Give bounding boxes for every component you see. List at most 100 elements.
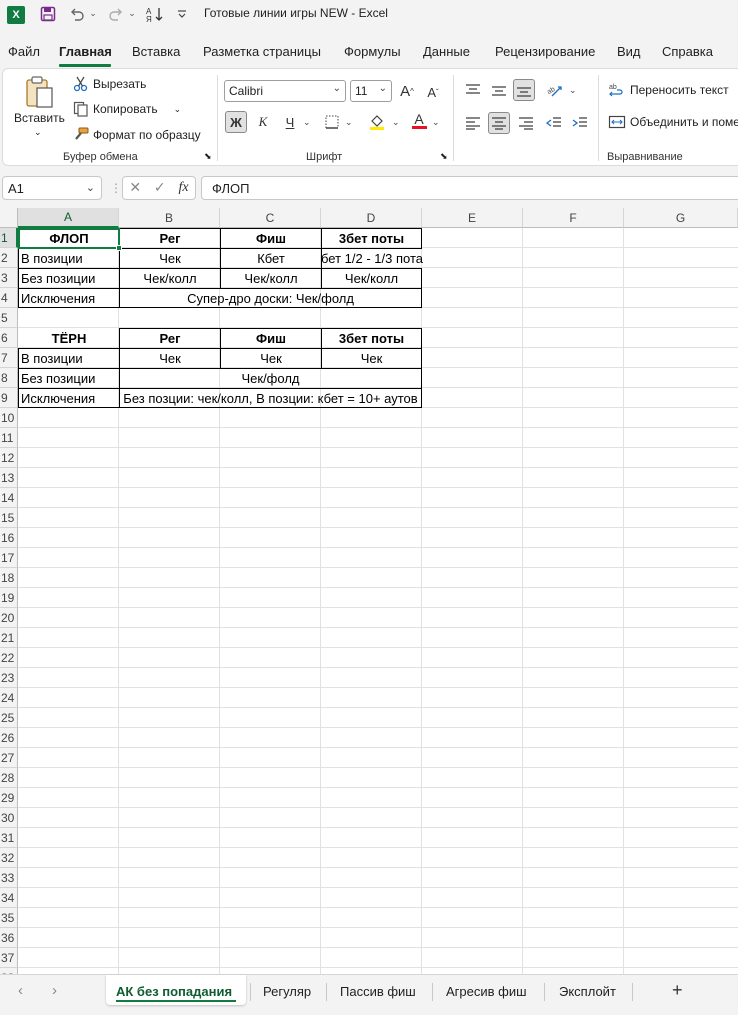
formula-input[interactable]: ФЛОП [201, 176, 738, 200]
paste-icon[interactable] [23, 75, 57, 109]
row-header-14[interactable]: 14 [0, 488, 18, 508]
row-header-1[interactable]: 1 [0, 228, 18, 248]
cell-a2[interactable]: В позиции [18, 248, 120, 269]
row-header-21[interactable]: 21 [0, 628, 18, 648]
drag-handle-icon[interactable]: ⋮ [110, 181, 122, 195]
sheet-tab-aggressive[interactable]: Агресив фиш [446, 984, 527, 999]
paste-button[interactable]: Вставить [14, 111, 65, 125]
enter-icon[interactable]: ✓ [154, 180, 166, 196]
save-icon[interactable] [38, 4, 58, 24]
tab-page-layout[interactable]: Разметка страницы [203, 44, 321, 59]
row-header-30[interactable]: 30 [0, 808, 18, 828]
cell-c7[interactable]: Чек [220, 348, 322, 369]
row-header-3[interactable]: 3 [0, 268, 18, 288]
column-header-d[interactable]: D [321, 208, 422, 228]
next-sheet-icon[interactable]: › [52, 982, 57, 999]
sheet-tab-ak[interactable]: АК без попадания [116, 984, 232, 999]
cell-a4[interactable]: Исключения [18, 288, 120, 308]
insert-function-icon[interactable]: fx [178, 180, 188, 196]
cell-c2[interactable]: Кбет [220, 248, 322, 269]
prev-sheet-icon[interactable]: ‹ [18, 982, 23, 999]
merge-center-button[interactable]: Объединить и поме [608, 114, 738, 130]
row-header-17[interactable]: 17 [0, 548, 18, 568]
row-header-12[interactable]: 12 [0, 448, 18, 468]
align-middle-icon[interactable] [488, 79, 510, 101]
cancel-icon[interactable]: ✕ [129, 180, 141, 196]
add-sheet-icon[interactable]: + [672, 980, 683, 1001]
cell-d2[interactable]: бет 1/2 - 1/3 пота [321, 248, 431, 268]
format-painter-button[interactable]: Формат по образцу [73, 127, 201, 143]
column-header-b[interactable]: B [119, 208, 220, 228]
sheet-tab-regular[interactable]: Регуляр [263, 984, 311, 999]
row-header-37[interactable]: 37 [0, 948, 18, 968]
orientation-icon[interactable]: ab [544, 79, 566, 101]
row-header-25[interactable]: 25 [0, 708, 18, 728]
row-header-5[interactable]: 5 [0, 308, 18, 328]
row-header-33[interactable]: 33 [0, 868, 18, 888]
row-header-13[interactable]: 13 [0, 468, 18, 488]
cell-b3[interactable]: Чек/колл [119, 268, 221, 289]
align-top-icon[interactable] [462, 79, 484, 101]
tab-file[interactable]: Файл [8, 44, 40, 59]
column-header-e[interactable]: E [422, 208, 523, 228]
cell-c1[interactable]: Фиш [220, 228, 322, 249]
tab-review[interactable]: Рецензирование [495, 44, 595, 59]
row-header-6[interactable]: 6 [0, 328, 18, 348]
row-header-36[interactable]: 36 [0, 928, 18, 948]
underline-button[interactable]: Ч [279, 111, 301, 133]
cell-a6[interactable]: ТЁРН [18, 328, 120, 349]
sheet-tab-passive[interactable]: Пассив фиш [340, 984, 416, 999]
row-header-7[interactable]: 7 [0, 348, 18, 368]
align-right-icon[interactable] [515, 112, 537, 134]
sheet-tab-exploit[interactable]: Эксплойт [559, 984, 616, 999]
undo-icon[interactable] [66, 4, 88, 24]
row-header-4[interactable]: 4 [0, 288, 18, 308]
tab-help[interactable]: Справка [662, 44, 713, 59]
bold-button[interactable]: Ж [225, 111, 247, 133]
redo-dropdown-icon[interactable]: ⌄ [127, 4, 137, 24]
font-color-icon[interactable]: A [408, 109, 430, 131]
worksheet-grid[interactable]: A B C D E F G 1 2 3 4 5 6 7 8 9 10 11 12 13 14 15 16 17 1… [0, 208, 738, 974]
borders-dropdown-icon[interactable]: ⌄ [345, 118, 353, 128]
decrease-indent-icon[interactable] [543, 112, 565, 134]
cut-button[interactable]: Вырезать [73, 76, 146, 92]
tab-home[interactable]: Главная [59, 44, 112, 59]
cell-b1[interactable]: Рег [119, 228, 221, 249]
row-header-16[interactable]: 16 [0, 528, 18, 548]
tab-formulas[interactable]: Формулы [344, 44, 401, 59]
row-header-15[interactable]: 15 [0, 508, 18, 528]
cell-b4-merged[interactable]: Супер-дро доски: Чек/фолд [119, 288, 422, 308]
increase-indent-icon[interactable] [569, 112, 591, 134]
cell-d6[interactable]: 3бет поты [321, 328, 422, 349]
align-left-icon[interactable] [462, 112, 484, 134]
customize-icon[interactable] [174, 4, 190, 24]
font-launcher-icon[interactable]: ⬊ [440, 151, 448, 162]
font-name-select[interactable]: Calibri ⌄ [224, 80, 346, 102]
undo-dropdown-icon[interactable]: ⌄ [88, 4, 98, 24]
row-header-22[interactable]: 22 [0, 648, 18, 668]
cell-b2[interactable]: Чек [119, 248, 221, 269]
tab-data[interactable]: Данные [423, 44, 470, 59]
name-box[interactable]: A1 ⌄ [2, 176, 102, 200]
cell-b7[interactable]: Чек [119, 348, 221, 369]
sort-icon[interactable]: AЯ [144, 4, 166, 24]
row-header-23[interactable]: 23 [0, 668, 18, 688]
row-header-9[interactable]: 9 [0, 388, 18, 408]
font-color-dropdown-icon[interactable]: ⌄ [432, 118, 440, 128]
underline-dropdown-icon[interactable]: ⌄ [303, 118, 311, 128]
cell-b6[interactable]: Рег [119, 328, 221, 349]
row-header-2[interactable]: 2 [0, 248, 18, 268]
cell-a3[interactable]: Без позиции [18, 268, 120, 289]
row-header-28[interactable]: 28 [0, 768, 18, 788]
align-center-icon[interactable] [488, 112, 510, 134]
row-header-31[interactable]: 31 [0, 828, 18, 848]
fill-handle[interactable] [116, 245, 122, 251]
row-header-20[interactable]: 20 [0, 608, 18, 628]
copy-dropdown-icon[interactable]: ⌄ [174, 104, 182, 115]
italic-button[interactable]: К [252, 111, 274, 133]
cell-d3[interactable]: Чек/колл [321, 268, 422, 289]
paste-dropdown-icon[interactable]: ⌄ [34, 127, 42, 138]
borders-icon[interactable] [321, 111, 343, 133]
wrap-text-button[interactable]: ab Переносить текст [608, 82, 729, 98]
cell-b9-merged[interactable]: Без позции: чек/колл, В позции: кбет = 1… [119, 388, 422, 408]
